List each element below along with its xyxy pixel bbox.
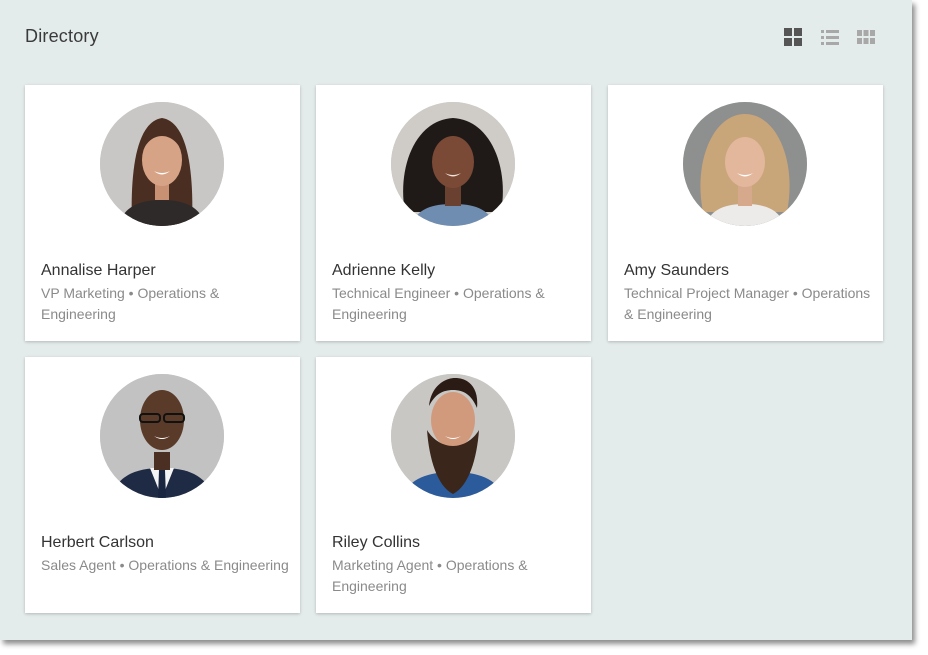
person-card[interactable]: Amy Saunders Technical Project Manager •… bbox=[608, 85, 883, 341]
person-title: Sales Agent • Operations & Engineering bbox=[41, 557, 289, 573]
person-card[interactable]: Herbert Carlson Sales Agent • Operations… bbox=[25, 357, 300, 613]
directory-panel: Directory Annalise Harper VP Marketing •… bbox=[0, 0, 912, 640]
person-card[interactable]: Riley Collins Marketing Agent • Operatio… bbox=[316, 357, 591, 613]
person-name: Herbert Carlson bbox=[41, 534, 154, 551]
person-name: Riley Collins bbox=[332, 534, 421, 551]
person-card[interactable]: Adrienne Kelly Technical Engineer • Oper… bbox=[316, 85, 591, 341]
avatar bbox=[683, 102, 807, 226]
list-view-icon[interactable] bbox=[820, 27, 840, 47]
person-name: Amy Saunders bbox=[624, 262, 729, 279]
avatar bbox=[100, 102, 224, 226]
avatar bbox=[391, 374, 515, 498]
avatar bbox=[391, 102, 515, 226]
person-title: Marketing Agent • Operations & Engineeri… bbox=[332, 557, 528, 594]
page-title: Directory bbox=[25, 26, 99, 46]
avatar bbox=[100, 374, 224, 498]
grid-small-view-icon[interactable] bbox=[856, 27, 876, 47]
grid-large-view-icon[interactable] bbox=[783, 27, 803, 47]
person-title: Technical Project Manager • Operations &… bbox=[624, 285, 871, 322]
person-title: VP Marketing • Operations & Engineering bbox=[41, 285, 220, 322]
person-title: Technical Engineer • Operations & Engine… bbox=[332, 285, 545, 322]
person-name: Annalise Harper bbox=[41, 262, 156, 279]
person-card[interactable]: Annalise Harper VP Marketing • Operation… bbox=[25, 85, 300, 341]
person-name: Adrienne Kelly bbox=[332, 262, 436, 279]
